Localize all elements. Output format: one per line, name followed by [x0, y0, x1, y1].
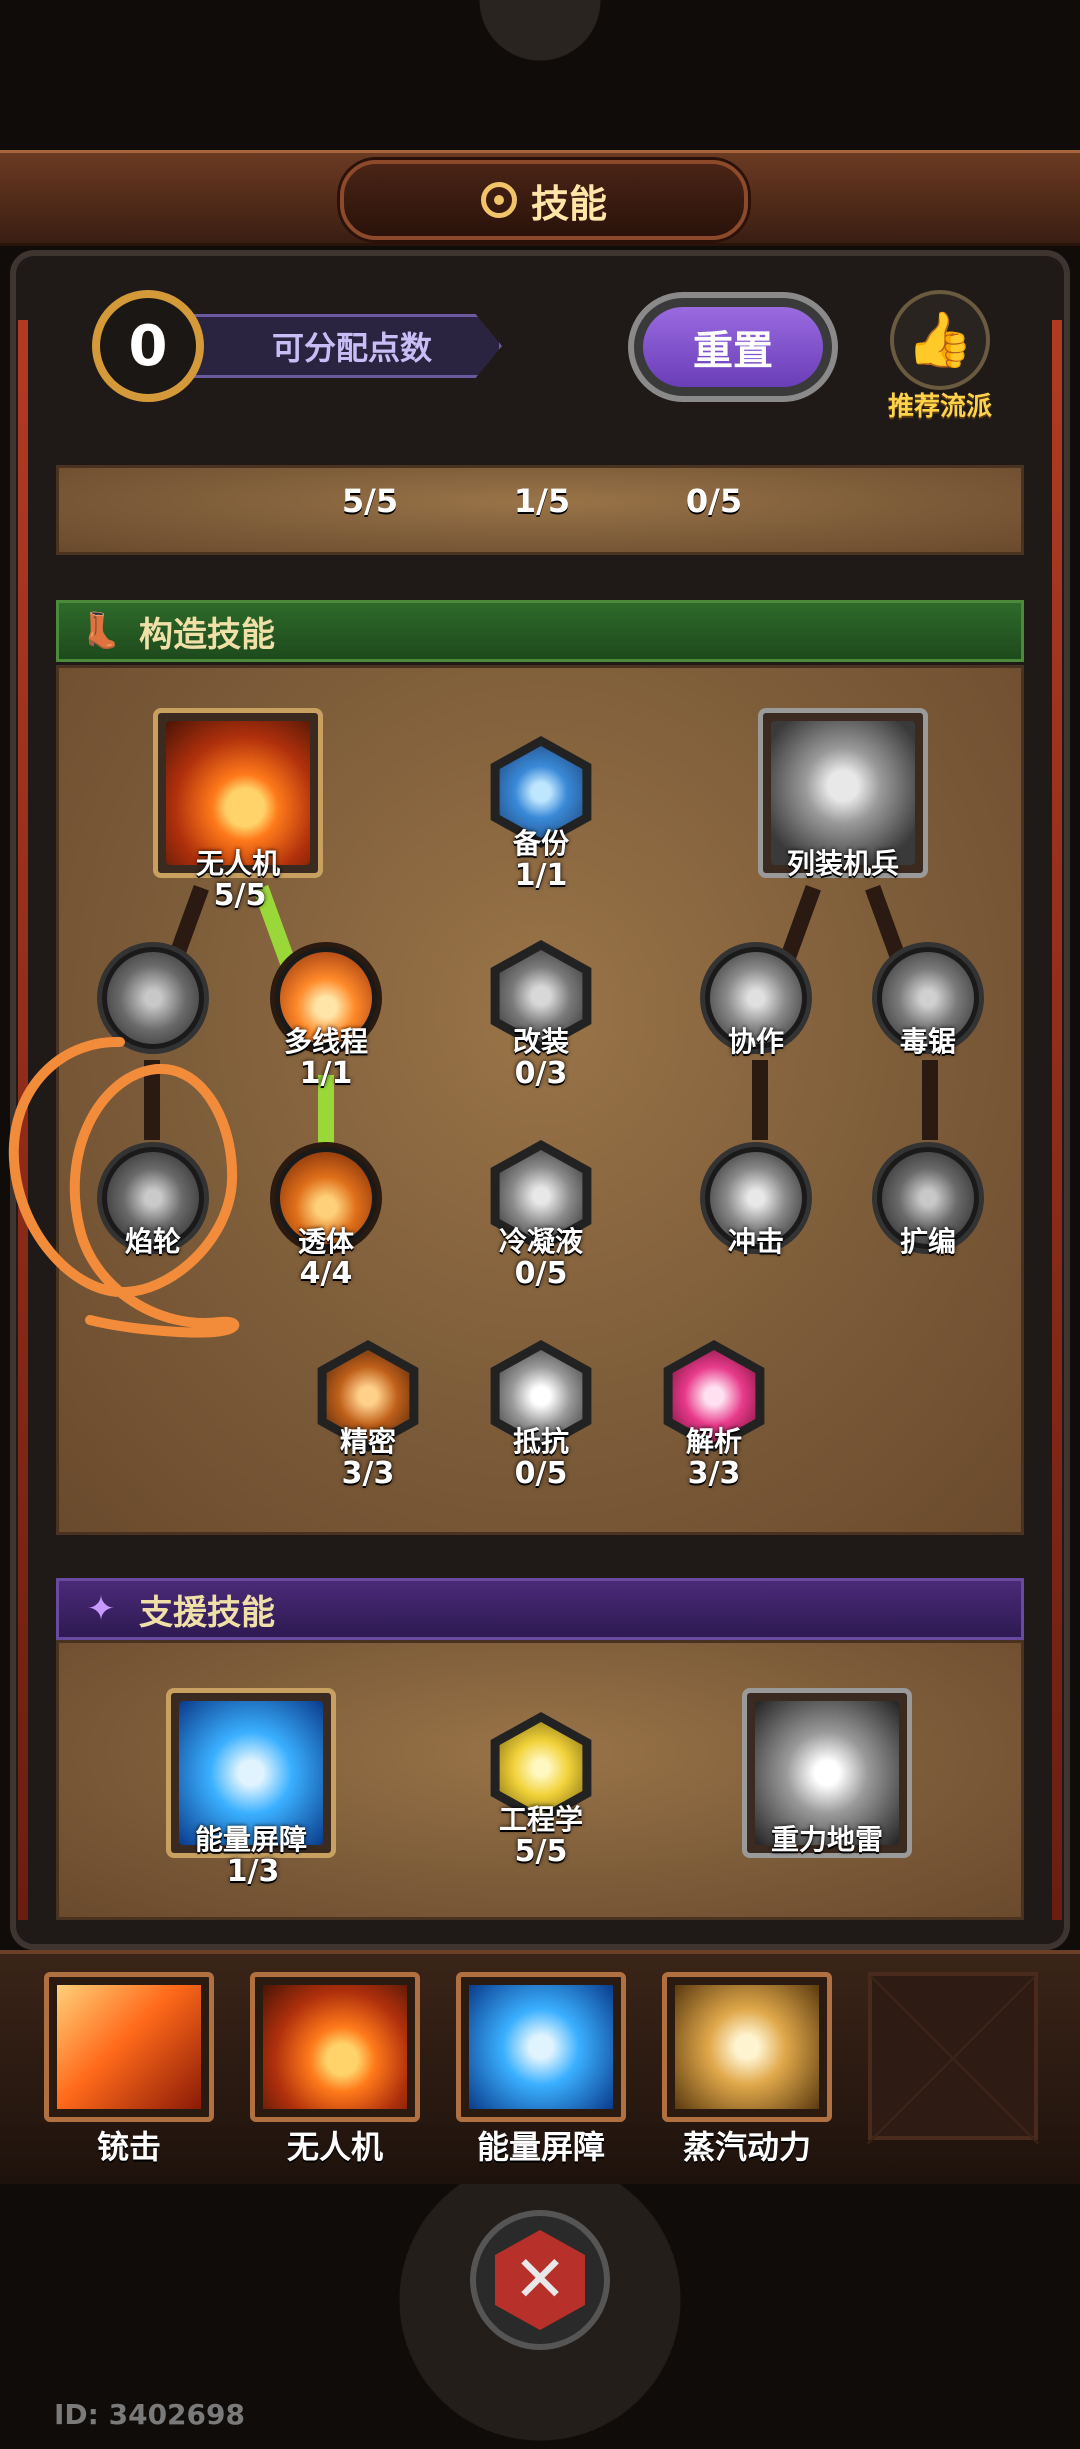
equipped-slot-frame: [44, 1972, 214, 2122]
equipped-label: 铳击: [96, 2128, 161, 2166]
points-value: 0: [92, 290, 204, 402]
skill-label: 备份: [512, 827, 569, 860]
skill-label: 列装机兵: [786, 847, 899, 880]
equipped-slot[interactable]: 铳击: [44, 1972, 214, 2167]
equipped-slot-frame: [250, 1972, 420, 2122]
top-row-value: 1/5: [513, 482, 571, 520]
available-points: 0 可分配点数: [92, 290, 512, 402]
skill-level: 1/1: [299, 1056, 353, 1091]
gear-icon: [480, 182, 517, 218]
support-skills-title: 支援技能: [139, 1592, 275, 1633]
hand-drawn-annotation: [8, 1036, 240, 1338]
skill-label: 改装: [512, 1025, 569, 1058]
build-skills-title: 构造技能: [139, 614, 275, 655]
skill-label: 扩编: [899, 1225, 956, 1258]
equipped-slot[interactable]: 能量屏障: [456, 1972, 626, 2167]
skill-label: 冲击: [727, 1225, 784, 1258]
skill-label: 协作: [727, 1025, 784, 1058]
skill-level: 3/3: [341, 1456, 395, 1491]
skill-label: 毒锯: [899, 1025, 956, 1058]
recommend-build-button[interactable]: 👍 推荐流派: [870, 290, 1010, 422]
title-plate: 技能: [340, 160, 748, 240]
equipped-slot-frame: [662, 1972, 832, 2122]
star-icon: ✦: [86, 1589, 116, 1629]
gun-strike-icon: [57, 1985, 201, 2109]
thumbs-up-icon: 👍: [890, 290, 990, 390]
equipped-slot[interactable]: 无人机: [250, 1972, 420, 2167]
equipped-label: 能量屏障: [476, 2128, 605, 2166]
empty-equip-slot[interactable]: [868, 1972, 1038, 2140]
skill-level: 0/5: [514, 1256, 568, 1291]
page-title: 技能: [530, 181, 607, 226]
frame-right-trim: [1052, 320, 1062, 1920]
player-id: ID: 3402698: [54, 2398, 245, 2431]
equipped-slot-frame: [456, 1972, 626, 2122]
skill-level: 1/3: [226, 1854, 280, 1889]
skill-level: 5/5: [514, 1834, 568, 1869]
tree-connector: [922, 1060, 938, 1140]
skill-label: 精密: [339, 1425, 396, 1458]
close-button[interactable]: ✕: [470, 2210, 610, 2350]
points-label: 可分配点数: [172, 314, 502, 378]
top-row-value: 0/5: [685, 482, 743, 520]
skill-label: 能量屏障: [194, 1823, 307, 1856]
boot-icon: 👢: [79, 611, 123, 651]
skill-level: 1/1: [514, 858, 568, 893]
energy-barrier-icon: [469, 1985, 613, 2109]
skill-level: 0/5: [514, 1456, 568, 1491]
build-skills-header: 👢 构造技能: [56, 600, 1024, 662]
equipped-label: 无人机: [286, 2128, 383, 2166]
skill-level: 4/4: [299, 1256, 353, 1291]
drone-icon: [263, 1985, 407, 2109]
tree-connector: [752, 1060, 768, 1140]
skill-label: 重力地雷: [770, 1823, 883, 1856]
skill-label: 抵抗: [512, 1425, 569, 1458]
equipped-label: 蒸汽动力: [682, 2128, 811, 2166]
close-icon: ✕: [495, 2230, 585, 2330]
skill-label: 冷凝液: [498, 1225, 583, 1258]
skill-level: 5/5: [213, 878, 267, 913]
reset-button-label: 重置: [643, 307, 823, 387]
equipped-slot[interactable]: 蒸汽动力: [662, 1972, 832, 2167]
skill-label: 无人机: [195, 847, 280, 880]
top-row-value: 5/5: [341, 482, 399, 520]
skill-label: 解析: [685, 1425, 742, 1458]
recommend-label: 推荐流派: [887, 392, 992, 422]
skill-label: 工程学: [498, 1803, 583, 1836]
skill-level: 0/3: [514, 1056, 568, 1091]
reset-button[interactable]: 重置: [628, 292, 838, 402]
steam-power-icon: [675, 1985, 819, 2109]
support-skills-header: ✦ 支援技能: [56, 1578, 1024, 1640]
skill-level: 3/3: [687, 1456, 741, 1491]
